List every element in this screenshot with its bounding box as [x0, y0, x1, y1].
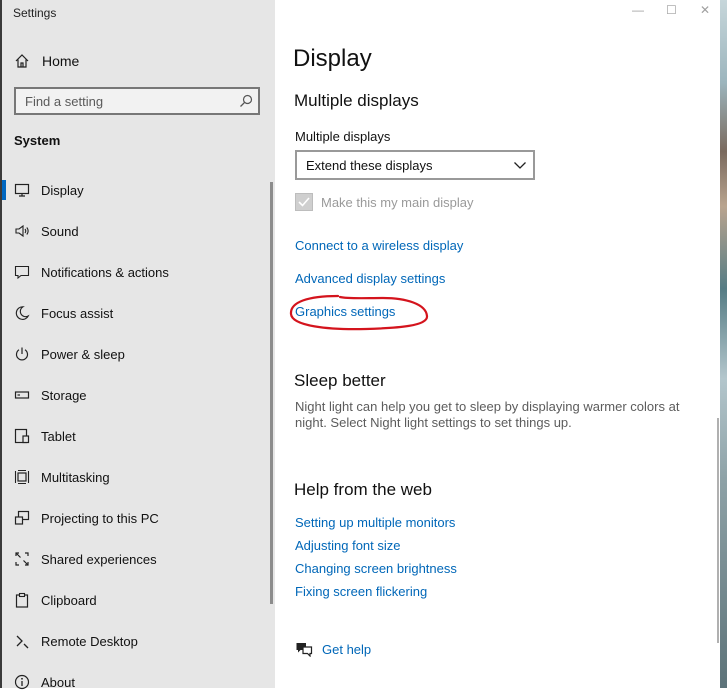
home-icon [15, 54, 29, 68]
search-input[interactable] [16, 89, 240, 113]
multitasking-icon [14, 469, 30, 485]
sidebar-item-storage[interactable]: Storage [0, 378, 270, 412]
minimize-button[interactable]: — [632, 3, 644, 17]
sidebar-item-label: Tablet [41, 428, 76, 444]
shared-experiences-icon [15, 552, 29, 566]
page-title: Display [293, 45, 372, 72]
speaker-icon [15, 224, 29, 238]
sidebar-item-display[interactable]: Display [0, 173, 270, 207]
search-icon[interactable] [238, 93, 254, 109]
sidebar-item-label: Shared experiences [41, 551, 157, 567]
desktop-background-strip [720, 0, 727, 688]
projecting-icon [14, 510, 30, 525]
multiple-displays-label: Multiple displays [295, 129, 391, 144]
sidebar-item-label: Remote Desktop [41, 633, 138, 649]
home-label: Home [42, 53, 80, 69]
sidebar-item-notifications[interactable]: Notifications & actions [0, 255, 270, 289]
sidebar-item-label: Power & sleep [41, 346, 125, 362]
power-icon [15, 347, 29, 361]
multiple-displays-heading: Multiple displays [294, 91, 419, 110]
chat-help-icon [296, 643, 313, 657]
sleep-better-heading: Sleep better [294, 371, 386, 390]
remote-desktop-icon [16, 635, 29, 649]
sidebar-item-power-sleep[interactable]: Power & sleep [0, 337, 270, 371]
clipboard-icon [15, 592, 29, 608]
help-link-multiple-monitors[interactable]: Setting up multiple monitors [295, 515, 455, 530]
sidebar-item-label: About [41, 674, 75, 690]
advanced-display-settings-link[interactable]: Advanced display settings [295, 271, 445, 286]
get-help-row[interactable]: Get help [295, 640, 371, 658]
sidebar-item-label: Multitasking [41, 469, 110, 485]
get-help-link[interactable]: Get help [322, 642, 371, 657]
wireless-display-link[interactable]: Connect to a wireless display [295, 238, 463, 253]
sidebar-item-multitasking[interactable]: Multitasking [0, 460, 270, 494]
sidebar-item-label: Sound [41, 223, 79, 239]
dropdown-value: Extend these displays [306, 158, 433, 173]
multiple-displays-dropdown[interactable]: Extend these displays [295, 150, 535, 180]
main-display-checkbox-row[interactable]: Make this my main display [295, 192, 473, 212]
main-display-checkbox-label: Make this my main display [321, 194, 474, 210]
content-scrollbar[interactable] [717, 418, 719, 643]
sidebar-item-clipboard[interactable]: Clipboard [0, 583, 270, 617]
sidebar-item-label: Clipboard [41, 592, 97, 608]
sidebar-item-remote-desktop[interactable]: Remote Desktop [0, 624, 270, 658]
help-link-font-size[interactable]: Adjusting font size [295, 538, 401, 553]
notification-icon [14, 265, 30, 280]
storage-icon [14, 391, 30, 399]
sidebar-item-tablet[interactable]: Tablet [0, 419, 270, 453]
help-link-brightness[interactable]: Changing screen brightness [295, 561, 457, 576]
sleep-better-text: Night light can help you get to sleep by… [295, 399, 680, 430]
tablet-icon [14, 428, 30, 444]
help-link-flickering[interactable]: Fixing screen flickering [295, 584, 427, 599]
home-nav[interactable]: Home [14, 51, 79, 71]
section-label: System [14, 133, 61, 148]
help-heading: Help from the web [294, 480, 432, 499]
maximize-button[interactable]: ☐ [666, 3, 677, 17]
moon-icon [15, 306, 30, 320]
close-button[interactable]: ✕ [700, 3, 710, 17]
sidebar-item-shared-experiences[interactable]: Shared experiences [0, 542, 270, 576]
main-display-checkbox[interactable] [295, 193, 313, 211]
sidebar: Settings Home System Display Sound [0, 0, 275, 690]
checkmark-icon [298, 197, 310, 207]
sidebar-item-label: Projecting to this PC [41, 510, 159, 526]
sidebar-item-sound[interactable]: Sound [0, 214, 270, 248]
sidebar-item-about[interactable]: About [0, 665, 270, 699]
sidebar-item-projecting[interactable]: Projecting to this PC [0, 501, 270, 535]
chevron-down-icon [514, 162, 526, 169]
red-circle-annotation [289, 294, 429, 331]
sidebar-item-label: Notifications & actions [41, 264, 169, 280]
sidebar-item-label: Storage [41, 387, 87, 403]
sidebar-item-label: Focus assist [41, 305, 114, 321]
search-field[interactable] [14, 87, 260, 115]
selected-indicator [2, 180, 6, 200]
sidebar-item-focus-assist[interactable]: Focus assist [0, 296, 270, 330]
monitor-icon [14, 183, 30, 197]
sidebar-scrollbar[interactable] [270, 182, 273, 604]
app-title: Settings [13, 6, 57, 20]
sidebar-item-label: Display [41, 182, 84, 198]
